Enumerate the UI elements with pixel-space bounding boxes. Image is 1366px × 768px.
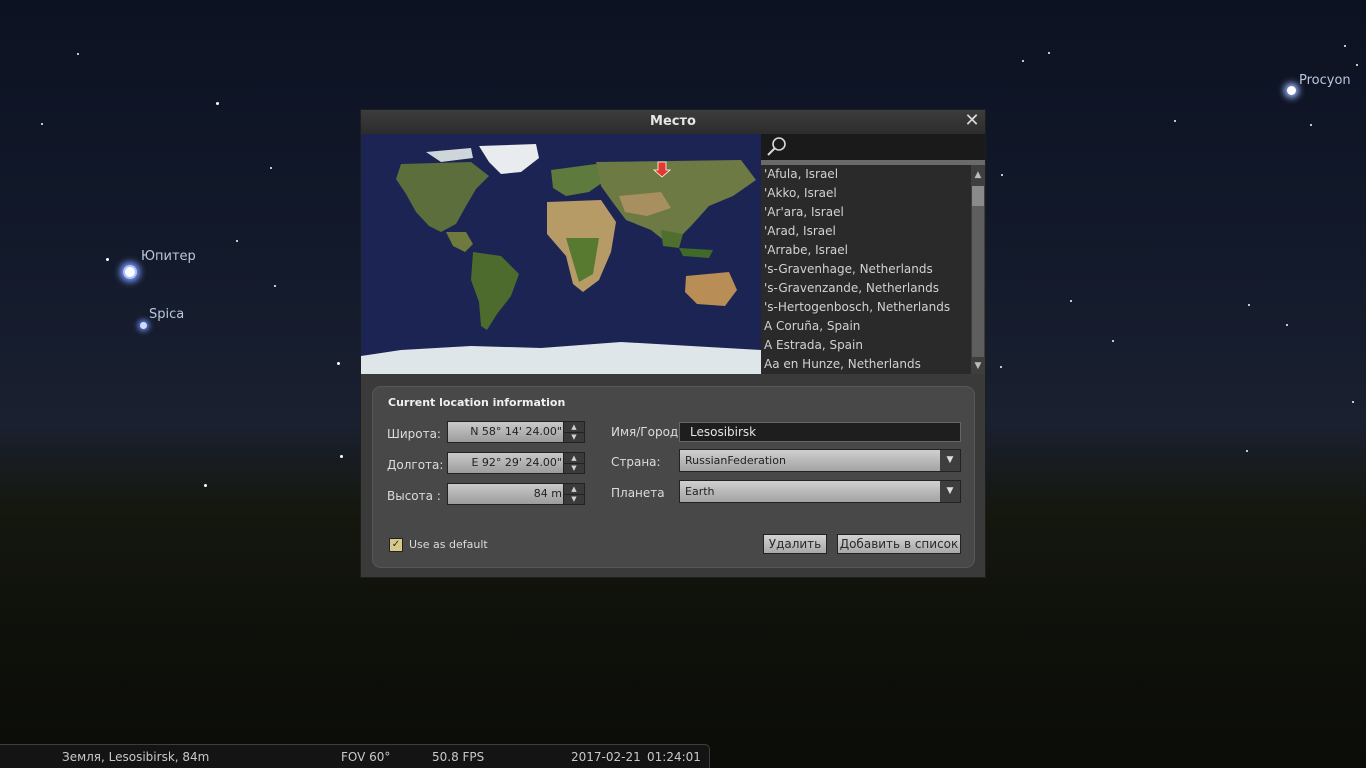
city-label: Имя/Город xyxy=(611,425,679,439)
altitude-spinbox[interactable]: 84 m ▲ ▼ xyxy=(447,483,585,505)
status-location[interactable]: Земля, Lesosibirsk, 84m xyxy=(62,750,209,764)
jupiter-label: Юпитер xyxy=(141,249,196,264)
star xyxy=(1246,450,1248,452)
star xyxy=(337,362,340,365)
procyon-label: Procyon xyxy=(1299,73,1351,88)
list-item[interactable]: A Coruña, Spain xyxy=(761,317,971,336)
planet-select[interactable]: Earth ▼ xyxy=(679,480,961,503)
spica-star[interactable] xyxy=(140,322,147,329)
location-info-panel: Current location information Широта: N 5… xyxy=(372,386,975,568)
star xyxy=(236,240,238,242)
search-bar xyxy=(761,134,985,161)
scroll-down-icon[interactable]: ▼ xyxy=(971,359,985,373)
planet-label: Планета xyxy=(611,486,665,500)
list-item[interactable]: 'Akko, Israel xyxy=(761,184,971,203)
decrease-icon[interactable]: ▼ xyxy=(564,494,584,504)
list-item[interactable]: 'Arad, Israel xyxy=(761,222,971,241)
city-list[interactable]: 'Afula, Israel 'Akko, Israel 'Ar'ara, Is… xyxy=(761,165,971,374)
scroll-up-icon[interactable]: ▲ xyxy=(971,168,985,182)
latitude-stepper: ▲ ▼ xyxy=(563,422,584,442)
star xyxy=(1344,45,1346,47)
star xyxy=(41,123,43,125)
star xyxy=(1112,340,1114,342)
star xyxy=(1286,324,1288,326)
star xyxy=(274,285,276,287)
altitude-label: Высота : xyxy=(387,489,441,503)
location-dialog: Место ✕ 'Afula, Israel 'Akko, Israel 'Ar… xyxy=(360,109,986,578)
decrease-icon[interactable]: ▼ xyxy=(564,463,584,473)
list-item[interactable]: 's-Gravenzande, Netherlands xyxy=(761,279,971,298)
chevron-down-icon[interactable]: ▼ xyxy=(940,481,960,502)
star xyxy=(1001,174,1003,176)
star xyxy=(340,455,343,458)
close-icon[interactable]: ✕ xyxy=(963,112,981,130)
procyon-star[interactable] xyxy=(1287,86,1296,95)
list-item[interactable]: A Estrada, Spain xyxy=(761,336,971,355)
list-item[interactable]: 's-Gravenhage, Netherlands xyxy=(761,260,971,279)
decrease-icon[interactable]: ▼ xyxy=(564,432,584,442)
world-map[interactable] xyxy=(361,134,761,374)
status-date[interactable]: 2017-02-21 xyxy=(571,750,641,764)
latitude-label: Широта: xyxy=(387,427,441,441)
list-item[interactable]: 's-Hertogenbosch, Netherlands xyxy=(761,298,971,317)
longitude-stepper: ▲ ▼ xyxy=(563,453,584,473)
longitude-label: Долгота: xyxy=(387,458,444,472)
dialog-title: Место xyxy=(650,114,696,129)
jupiter-planet[interactable] xyxy=(123,265,137,279)
star xyxy=(106,258,109,261)
star xyxy=(1174,120,1176,122)
city-name-field[interactable]: Lesosibirsk xyxy=(679,422,961,442)
dialog-titlebar[interactable]: Место ✕ xyxy=(361,110,985,134)
scrollbar-track[interactable] xyxy=(972,206,984,357)
altitude-stepper: ▲ ▼ xyxy=(563,484,584,504)
use-as-default-label[interactable]: Use as default xyxy=(409,538,488,551)
latitude-value[interactable]: N 58° 14' 24.00" xyxy=(470,425,562,438)
star xyxy=(216,102,219,105)
altitude-value[interactable]: 84 m xyxy=(534,487,562,500)
search-input[interactable] xyxy=(793,137,983,159)
status-fov: FOV 60° xyxy=(341,750,391,764)
country-select-value: RussianFederation xyxy=(685,454,786,467)
star xyxy=(1022,60,1024,62)
star xyxy=(270,167,272,169)
world-map-graphic xyxy=(361,134,761,374)
use-as-default-checkbox[interactable]: ✓ xyxy=(389,538,403,552)
list-item[interactable]: 'Ar'ara, Israel xyxy=(761,203,971,222)
star xyxy=(204,484,207,487)
scrollbar-thumb[interactable] xyxy=(972,186,984,206)
star xyxy=(1310,124,1312,126)
add-to-list-button[interactable]: Добавить в список xyxy=(837,534,961,554)
status-fps: 50.8 FPS xyxy=(432,750,485,764)
list-item[interactable]: Aa en Hunze, Netherlands xyxy=(761,355,971,374)
delete-button[interactable]: Удалить xyxy=(763,534,827,554)
star xyxy=(1356,64,1358,66)
list-item[interactable]: 'Arrabe, Israel xyxy=(761,241,971,260)
city-list-scrollbar[interactable]: ▲ ▼ xyxy=(971,165,985,374)
list-item[interactable]: 'Afula, Israel xyxy=(761,165,971,184)
star xyxy=(1352,401,1354,403)
status-time[interactable]: 01:24:01 xyxy=(647,750,701,764)
planet-select-value: Earth xyxy=(685,485,715,498)
longitude-value[interactable]: E 92° 29' 24.00" xyxy=(471,456,562,469)
chevron-down-icon[interactable]: ▼ xyxy=(940,450,960,471)
star xyxy=(1070,300,1072,302)
star xyxy=(1048,52,1050,54)
spica-label: Spica xyxy=(149,307,185,322)
star xyxy=(1248,304,1250,306)
longitude-spinbox[interactable]: E 92° 29' 24.00" ▲ ▼ xyxy=(447,452,585,474)
location-info-title: Current location information xyxy=(388,396,566,409)
search-icon xyxy=(767,137,786,156)
latitude-spinbox[interactable]: N 58° 14' 24.00" ▲ ▼ xyxy=(447,421,585,443)
country-label: Страна: xyxy=(611,455,661,469)
country-select[interactable]: RussianFederation ▼ xyxy=(679,449,961,472)
star xyxy=(1000,366,1002,368)
status-bar: Земля, Lesosibirsk, 84m FOV 60° 50.8 FPS… xyxy=(0,744,710,768)
star xyxy=(77,53,79,55)
